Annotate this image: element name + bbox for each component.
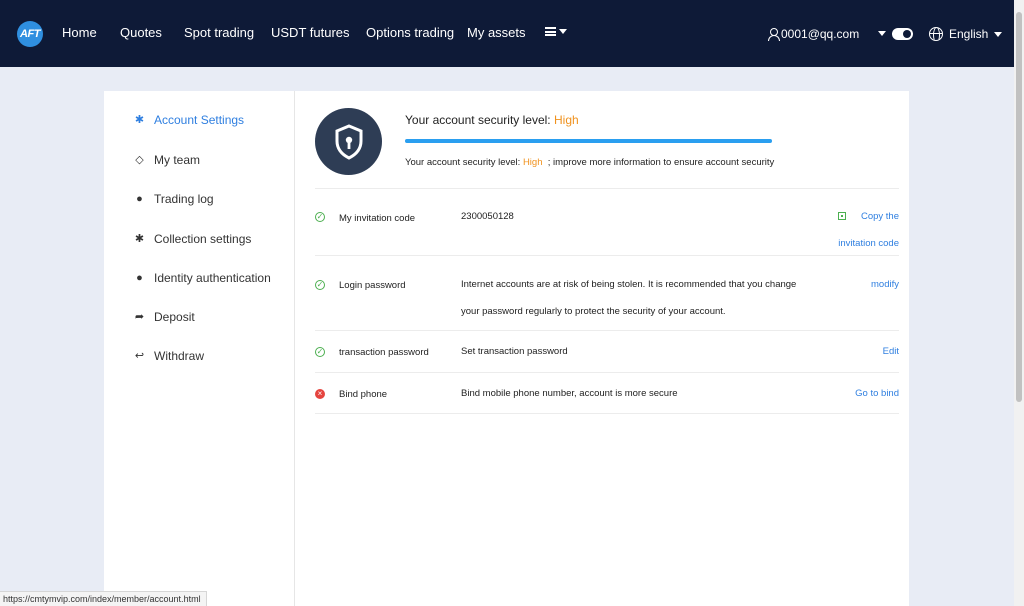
sidebar-item-label: Collection settings (154, 232, 252, 246)
more-menu-button[interactable] (545, 27, 567, 36)
settings-row-bind-phone: × Bind phone Bind mobile phone number, a… (315, 372, 899, 414)
account-card: ✱ Account Settings ◇ My team ● Trading l… (104, 91, 909, 606)
nav-usdt-futures[interactable]: USDT futures (271, 25, 350, 40)
browser-status-bar: https://cmtymvip.com/index/member/accoun… (0, 591, 207, 606)
row-description: Set transaction password (461, 346, 568, 357)
security-level-title-label: Your account security level: (405, 113, 551, 127)
copy-invitation-code-link[interactable]: Copy the invitation code (829, 203, 899, 257)
check-circle-icon: ✓ (315, 212, 325, 222)
check-circle-icon: ✓ (315, 280, 325, 290)
sidebar-item-label: My team (154, 153, 201, 167)
security-desc-prefix: Your account security level: (405, 157, 521, 168)
row-description: Bind mobile phone number, account is mor… (461, 388, 678, 399)
sidebar-item-label: Deposit (154, 310, 195, 324)
diamond-icon: ◇ (135, 153, 144, 166)
nav-my-assets[interactable]: My assets (467, 25, 526, 40)
security-desc-level: High (522, 157, 543, 168)
sidebar-item-account-settings[interactable]: ✱ Account Settings (134, 113, 244, 127)
theme-toggle[interactable] (892, 28, 913, 40)
row-label: My invitation code (339, 213, 416, 224)
sidebar-item-label: Withdraw (154, 349, 205, 363)
security-level-description: Your account security level: High ; impr… (405, 157, 774, 168)
gear-icon: ✱ (134, 232, 145, 245)
language-selector[interactable]: English (929, 27, 1003, 41)
logo-text: AFT (20, 28, 40, 40)
security-progress-fill (405, 139, 772, 143)
security-desc-suffix: ; improve more information to ensure acc… (547, 157, 775, 168)
nav-options-trading[interactable]: Options trading (366, 25, 454, 40)
row-label: Login password (339, 280, 406, 291)
settings-row-transaction-password: ✓ transaction password Set transaction p… (315, 330, 899, 372)
sidebar-item-withdraw[interactable]: ↩ Withdraw (134, 349, 204, 363)
sidebar-item-collection-settings[interactable]: ✱ Collection settings (134, 232, 252, 246)
sidebar-item-deposit[interactable]: ➦ Deposit (134, 310, 195, 324)
edit-transaction-password-link[interactable]: Edit (883, 338, 899, 365)
security-shield-avatar (315, 108, 382, 175)
row-label: transaction password (339, 347, 429, 358)
circle-icon: ● (136, 192, 143, 205)
error-circle-icon: × (315, 389, 325, 399)
row-description: Internet accounts are at risk of being s… (461, 279, 797, 317)
gear-icon: ✱ (134, 113, 145, 126)
check-circle-icon: ✓ (315, 347, 325, 357)
user-email: 0001@qq.com (781, 27, 860, 41)
nav-spot-trading[interactable]: Spot trading (184, 25, 254, 40)
page-scrollbar[interactable] (1014, 0, 1024, 606)
nav-home[interactable]: Home (62, 25, 97, 40)
settings-row-login-password: ✓ Login password Internet accounts are a… (315, 255, 899, 330)
language-label: English (949, 27, 989, 41)
shield-icon (335, 123, 362, 160)
invitation-code-value: 2300050128 (461, 211, 514, 222)
sidebar-item-my-team[interactable]: ◇ My team (134, 153, 200, 167)
chevron-down-icon (994, 31, 1003, 37)
globe-icon (929, 27, 943, 41)
row-label: Bind phone (339, 389, 388, 400)
security-level-title: Your account security level: High (405, 113, 579, 127)
go-to-bind-link[interactable]: Go to bind (855, 380, 899, 407)
share-icon: ➦ (134, 310, 145, 323)
security-progress-bar (405, 139, 772, 143)
security-level-value: High (553, 113, 579, 127)
sidebar-item-identity-authentication[interactable]: ● Identity authentication (134, 271, 271, 285)
sidebar-item-label: Identity authentication (154, 271, 271, 285)
list-icon (545, 27, 556, 36)
status-url: https://cmtymvip.com/index/member/accoun… (3, 594, 201, 604)
theme-chevron-down-icon[interactable] (878, 31, 886, 36)
user-icon (768, 28, 780, 41)
scrollbar-thumb[interactable] (1016, 12, 1022, 402)
sidebar-item-label: Trading log (154, 192, 214, 206)
settings-row-invitation-code: ✓ My invitation code 2300050128 Copy the… (315, 188, 899, 255)
modify-password-link[interactable]: modify (871, 271, 899, 298)
brand-logo[interactable]: AFT (17, 21, 43, 47)
account-sidebar: ✱ Account Settings ◇ My team ● Trading l… (104, 91, 295, 606)
sidebar-item-trading-log[interactable]: ● Trading log (134, 192, 214, 206)
reply-icon: ↩ (134, 349, 145, 362)
user-account-menu[interactable]: 0001@qq.com (768, 27, 859, 41)
sidebar-item-label: Account Settings (154, 113, 245, 127)
nav-quotes[interactable]: Quotes (120, 25, 162, 40)
top-navbar: AFT Home Quotes Spot trading USDT future… (0, 0, 1014, 67)
user-icon: ● (136, 271, 143, 284)
chevron-down-icon (559, 29, 567, 34)
